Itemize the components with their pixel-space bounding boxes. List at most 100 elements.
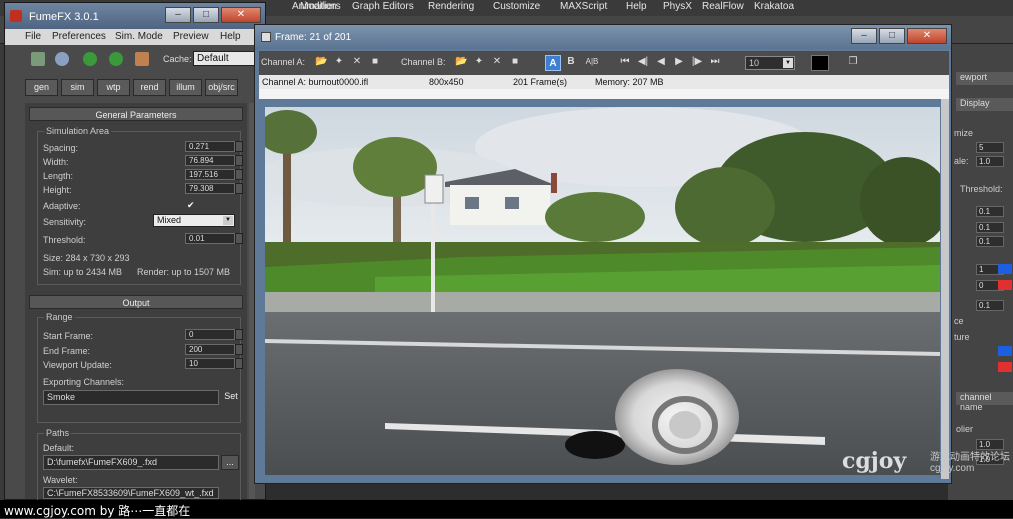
background-color-swatch[interactable] (811, 55, 829, 71)
sensitivity-select[interactable]: Mixed ▼ (153, 214, 235, 227)
sphere-icon[interactable] (55, 52, 69, 66)
height-field[interactable]: 79.308 (185, 183, 235, 194)
height-spinner[interactable] (235, 183, 243, 194)
menu-help[interactable]: Help (220, 31, 241, 42)
save-icon[interactable] (31, 52, 45, 66)
minimize-button[interactable]: – (165, 7, 191, 23)
field-6[interactable]: 0.1 (976, 300, 1004, 311)
channel-name-tab[interactable]: channel name (956, 392, 1013, 412)
open-folder-b-icon[interactable]: 📂 (455, 56, 467, 68)
play-icon[interactable]: ▶ (673, 56, 685, 68)
viewport-update-label: Viewport Update: (43, 360, 112, 370)
length-field[interactable]: 197.516 (185, 169, 235, 180)
frame-maximize-button[interactable]: □ (879, 28, 905, 44)
menu-item-physx[interactable]: PhysX (663, 1, 692, 12)
tab-wtp[interactable]: wtp (97, 79, 130, 96)
menu-item-realflow[interactable]: RealFlow (702, 1, 744, 12)
menu-item-krakatoa[interactable]: Krakatoa (754, 1, 794, 12)
step-forward-icon[interactable]: |▶ (691, 56, 703, 68)
render-b-icon[interactable]: ✦ (473, 56, 485, 68)
channel-a-toggle[interactable]: A (545, 55, 561, 71)
threshold-field[interactable]: 0.01 (185, 233, 235, 244)
tab-obj-src[interactable]: obj/src (205, 79, 238, 96)
menu-preview[interactable]: Preview (173, 31, 209, 42)
frame-viewer-scrollbar[interactable] (941, 99, 949, 479)
width-field[interactable]: 76.894 (185, 155, 235, 166)
cache-select[interactable]: Default (193, 51, 259, 66)
tab-rend[interactable]: rend (133, 79, 166, 96)
display-tab[interactable]: Display (956, 98, 1013, 111)
field-2[interactable]: 0.1 (976, 222, 1004, 233)
length-label: Length: (43, 171, 74, 181)
end-frame-spinner[interactable] (235, 344, 243, 355)
close-button[interactable]: ✕ (221, 7, 261, 23)
wavelet-path-field[interactable]: C:\FumeFX8533609\FumeFX609_wt_.fxd (43, 487, 219, 499)
adaptive-checkbox[interactable]: ✔ (187, 200, 197, 210)
default-path-field[interactable]: D:\fumefx\FumeFX609_.fxd (43, 455, 219, 470)
color-swatch-blue[interactable] (998, 264, 1012, 274)
tab-gen[interactable]: gen (25, 79, 58, 96)
clear-b-icon[interactable]: ✕ (491, 56, 503, 68)
exporting-channels-field[interactable]: Smoke (43, 390, 219, 405)
render-icon[interactable]: ✦ (333, 56, 345, 68)
viewport-update-field[interactable]: 10 (185, 358, 235, 369)
tab-illum[interactable]: illum (169, 79, 202, 96)
spacing-field[interactable]: 0.271 (185, 141, 235, 152)
continue-icon[interactable] (109, 52, 123, 66)
channel-b-toggle[interactable]: B (565, 56, 577, 68)
start-frame-spinner[interactable] (235, 329, 243, 340)
fumefx-window: FumeFX 3.0.1 – □ ✕ File Preferences Sim.… (4, 2, 266, 503)
length-spinner[interactable] (235, 169, 243, 180)
save-b-icon[interactable]: ■ (509, 56, 521, 68)
mize-field[interactable]: 5 (976, 142, 1004, 153)
go-last-icon[interactable]: ⏭ (709, 56, 721, 68)
field-3[interactable]: 0.1 (976, 236, 1004, 247)
parameters-panel: General Parameters Simulation Area Spaci… (25, 103, 247, 503)
color-swatch-red-2[interactable] (998, 362, 1012, 372)
tab-sim[interactable]: sim (61, 79, 94, 96)
playback-speed-select[interactable]: 10 ▼ (745, 56, 795, 70)
menu-item-maxscript[interactable]: MAXScript (560, 1, 607, 12)
frame-minimize-button[interactable]: – (851, 28, 877, 44)
field-1[interactable]: 0.1 (976, 206, 1004, 217)
color-swatch-red[interactable] (998, 280, 1012, 290)
start-frame-field[interactable]: 0 (185, 329, 235, 340)
channel-b-label: Channel B: (401, 57, 446, 67)
rollout-viewport[interactable]: ewport (956, 72, 1013, 85)
width-spinner[interactable] (235, 155, 243, 166)
save-icon[interactable]: ■ (369, 56, 381, 68)
general-parameters-rollout[interactable]: General Parameters (29, 107, 243, 121)
output-rollout[interactable]: Output (29, 295, 243, 309)
frame-close-button[interactable]: ✕ (907, 28, 947, 44)
go-first-icon[interactable]: ⏮ (619, 56, 631, 68)
clear-icon[interactable]: ✕ (351, 56, 363, 68)
window-mode-icon[interactable]: ❐ (847, 56, 859, 68)
play-icon[interactable] (83, 52, 97, 66)
threshold-spinner[interactable] (235, 233, 243, 244)
menu-item-animation[interactable]: Animation (292, 1, 336, 12)
menu-file[interactable]: File (25, 31, 41, 42)
fumefx-title: FumeFX 3.0.1 (29, 11, 99, 23)
compare-ab-toggle[interactable]: A|B (583, 56, 601, 68)
browse-default-button[interactable]: ... (221, 455, 239, 470)
maximize-button[interactable]: □ (193, 7, 219, 23)
cgjoy-watermark-subtitle: 游戏动画特效论坛 cgjoy.com (930, 452, 1010, 474)
step-back-icon[interactable]: ◀| (637, 56, 649, 68)
menu-item-rendering[interactable]: Rendering (428, 1, 474, 12)
menu-item-help[interactable]: Help (626, 1, 647, 12)
open-folder-icon[interactable]: 📂 (315, 56, 327, 68)
spacing-spinner[interactable] (235, 141, 243, 152)
menu-preferences[interactable]: Preferences (52, 31, 106, 42)
fumefx-menubar: File Preferences Sim. Mode Preview Help (5, 29, 265, 45)
play-reverse-icon[interactable]: ◀ (655, 56, 667, 68)
viewport-update-spinner[interactable] (235, 358, 243, 369)
color-swatch-blue-2[interactable] (998, 346, 1012, 356)
cache-icon[interactable] (135, 52, 149, 66)
default-path-label: Default: (43, 443, 75, 453)
scale-field[interactable]: 1.0 (976, 156, 1004, 167)
set-channels-button[interactable]: Set (221, 390, 241, 405)
menu-item-graph-editors[interactable]: Graph Editors (352, 1, 414, 12)
end-frame-field[interactable]: 200 (185, 344, 235, 355)
menu-item-customize[interactable]: Customize (493, 1, 540, 12)
menu-sim-mode[interactable]: Sim. Mode (115, 31, 163, 42)
